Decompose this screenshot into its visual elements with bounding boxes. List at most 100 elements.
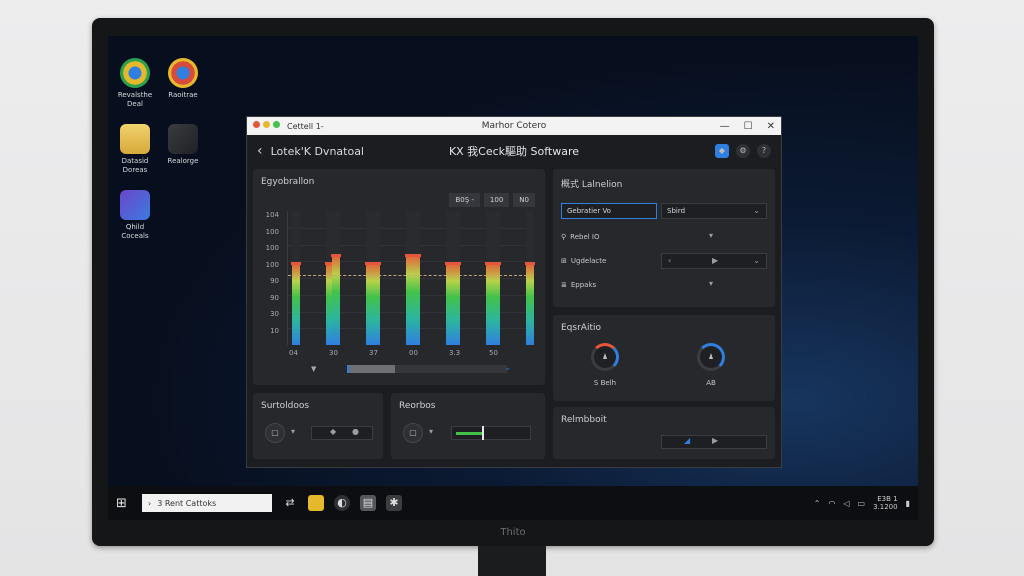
knob2-label: AB <box>706 379 716 387</box>
chevron-down-icon[interactable]: ▾ <box>291 427 295 436</box>
monitor: Revalsthe Deal Raoitrae Datasid Doreas Rea… <box>92 18 934 546</box>
equalizer-panel: Egyobrallon B0Ş - 100 N0 104 100 100 100… <box>253 169 545 385</box>
eq-bar-track[interactable] <box>491 211 501 345</box>
chevron-down-icon: ⌄ <box>753 206 760 215</box>
eq-plot[interactable] <box>287 211 535 345</box>
window-titlebar[interactable]: Cettell 1- Marhor Cotero — ☐ ✕ <box>247 117 781 135</box>
close-button[interactable]: ✕ <box>767 121 775 132</box>
shortcut-icon <box>168 124 198 154</box>
clock[interactable]: E3B 1 3.1200 <box>873 495 898 511</box>
eq-bar-peak <box>291 261 301 265</box>
y-tick: 100 <box>265 227 279 236</box>
eq-preset-select[interactable]: B0Ş - <box>449 193 480 207</box>
file-explorer-icon[interactable] <box>308 495 324 511</box>
desktop-icon-label: Realorge <box>167 157 199 165</box>
notification-icon[interactable]: ▮ <box>906 499 910 508</box>
desktop-icon-2[interactable]: Raoitrae <box>156 58 210 100</box>
eq-title: Egyobrallon <box>261 177 315 187</box>
browser-icon[interactable]: ◐ <box>334 495 350 511</box>
eq-bar-track[interactable] <box>331 211 341 345</box>
eq-mode-field[interactable]: N0 <box>513 193 535 207</box>
taskbar: ⊞ › 3 Rent Cattoks ⇄ ◐ ▤ ✱ ⌃ ◠ ◁ ▭ E3B 13… <box>108 486 918 520</box>
mode-row-3-label: Eppaks <box>570 281 597 289</box>
eq-gain-field[interactable]: 100 <box>483 193 510 207</box>
eq-bar-track[interactable] <box>525 211 535 345</box>
eq-bar <box>526 264 534 345</box>
desktop-icon-label: Qhild Coceals <box>121 223 149 240</box>
documents-icon[interactable]: ▤ <box>360 495 376 511</box>
desktop-icon-label: Raoitrae <box>168 91 198 99</box>
link-icon: ⚲ <box>561 233 567 241</box>
source-select[interactable]: Sbird ⌄ <box>661 203 767 219</box>
back-arrow-icon[interactable]: ‹ <box>257 143 263 159</box>
arrow-left-icon: ◢ <box>684 436 691 445</box>
close-dot-icon[interactable] <box>253 121 260 128</box>
desktop-icon-5[interactable]: Qhild Coceals <box>108 190 162 241</box>
bass-knob[interactable] <box>591 343 619 371</box>
folder-icon <box>120 124 150 154</box>
help-icon[interactable]: ? <box>757 144 771 158</box>
minimize-dot-icon[interactable] <box>263 121 270 128</box>
eq-bar-peak <box>411 253 421 257</box>
mode-row-2-label: Ugdelacte <box>570 257 607 265</box>
wifi-icon[interactable]: ◠ <box>828 499 835 508</box>
eq-bar-track[interactable] <box>371 211 381 345</box>
chevron-down-icon[interactable]: ▾ <box>429 427 433 436</box>
eq-reference-line <box>288 275 527 277</box>
x-tick: 00 <box>409 349 418 357</box>
chevron-up-icon[interactable]: ⌃ <box>814 499 821 508</box>
chevron-down-icon[interactable]: ▾ <box>709 231 713 240</box>
chevron-down-icon: ⌄ <box>753 256 760 265</box>
treble-knob[interactable] <box>697 343 725 371</box>
mode-row-3[interactable]: ≣ Eppaks <box>561 281 596 289</box>
desktop-icon-3[interactable]: Datasid Doreas <box>108 124 162 175</box>
generator-select[interactable]: Gebratier Vo <box>561 203 657 219</box>
x-tick: 37 <box>369 349 378 357</box>
knob-pointer-icon <box>603 353 607 359</box>
surround-level-field[interactable]: ◆ ● <box>311 426 373 440</box>
volume-icon[interactable]: ◁ <box>843 499 849 508</box>
reverb-title: Reorbos <box>399 401 436 411</box>
eq-bar-track[interactable] <box>291 211 301 345</box>
taskbar-search[interactable]: › 3 Rent Cattoks <box>142 494 272 512</box>
update-select[interactable]: ‹ ▶ ⌄ <box>661 253 767 269</box>
desktop-icon-4[interactable]: Realorge <box>156 124 210 166</box>
x-tick: 50 <box>489 349 498 357</box>
window-tab-title: Cettell 1- <box>287 121 324 131</box>
reverb-slider-handle[interactable] <box>482 426 484 440</box>
eq-bar <box>452 264 460 345</box>
eq-bar <box>492 264 500 345</box>
expand-down-icon[interactable]: ▼ <box>311 365 316 373</box>
reverb-slider[interactable] <box>451 426 531 440</box>
remote-control-field[interactable]: ◢ ▶ <box>661 435 767 449</box>
zoom-dot-icon[interactable] <box>273 121 280 128</box>
x-tick: 04 <box>289 349 298 357</box>
battery-icon[interactable]: ▭ <box>858 499 866 508</box>
source-select-value: Sbird <box>667 207 686 215</box>
eq-bar-track[interactable] <box>451 211 461 345</box>
x-tick: 30 <box>329 349 338 357</box>
y-tick: 100 <box>265 244 279 252</box>
drop-icon: ◆ <box>330 427 337 436</box>
eq-scrollbar[interactable]: ⌄ <box>347 363 511 373</box>
settings-icon[interactable]: ⚙ <box>736 144 750 158</box>
eq-bar-track[interactable] <box>411 211 421 345</box>
desktop-icon-1[interactable]: Revalsthe Deal <box>108 58 162 109</box>
play-icon: ▶ <box>712 256 719 265</box>
mode-title: 概式 Lalnelion <box>561 180 623 190</box>
maximize-button[interactable]: ☐ <box>744 121 753 132</box>
arrows-icon[interactable]: ⇄ <box>282 495 298 511</box>
windows-start-icon[interactable]: ⊞ <box>116 496 136 511</box>
mode-row-1[interactable]: ⚲ Rebel IO <box>561 233 600 241</box>
minimize-button[interactable]: — <box>720 121 730 132</box>
chevron-down-icon[interactable]: ⌄ <box>504 363 511 372</box>
app-logo-icon[interactable]: ◆ <box>715 144 729 158</box>
eq-scroll-thumb[interactable] <box>347 365 395 373</box>
eq-audio-panel: EqsrAitio S Belh AB <box>553 315 775 401</box>
eq-bar-peak <box>525 261 535 265</box>
chevron-down-icon[interactable]: ▾ <box>709 279 713 288</box>
reverb-toggle-button[interactable]: ▢ <box>403 423 423 443</box>
app-taskbar-icon[interactable]: ✱ <box>386 495 402 511</box>
surround-toggle-button[interactable]: ▢ <box>265 423 285 443</box>
mode-row-2[interactable]: ⊞ Ugdelacte <box>561 257 606 265</box>
